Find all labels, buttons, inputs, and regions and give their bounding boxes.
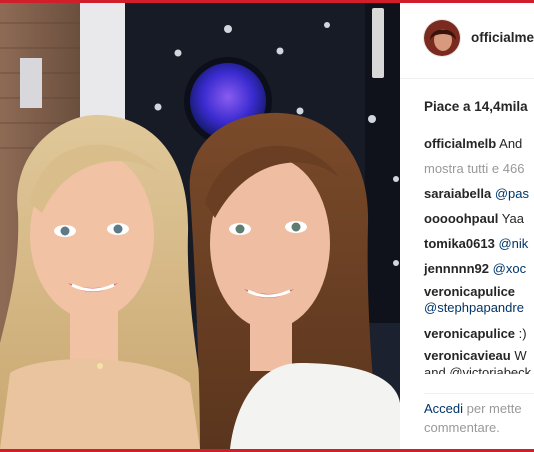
comment-username[interactable]: ooooohpaul (424, 211, 498, 226)
comment-text: W (514, 348, 527, 363)
comment-text: Yaa (501, 211, 524, 226)
login-prompt: Accedi per mette commentare. (424, 399, 534, 437)
comment-username[interactable]: veronicavieau (424, 348, 511, 363)
caption-text: And (499, 136, 523, 151)
comment-continuation: @stephpapandre (424, 301, 534, 321)
comment-mention[interactable]: @victoriabeck (449, 366, 531, 374)
comment-username[interactable]: veronicapulice (424, 326, 515, 341)
comment-truncated: and @victoriabeck (424, 366, 534, 374)
caption: officialmelb And (424, 131, 534, 156)
comment: veronicavieau W (424, 346, 534, 366)
comment-username[interactable]: veronicapulice (424, 284, 515, 299)
comment: tomika0613 @nik (424, 231, 534, 256)
post-sidebar: officialme Piace a 14,4mila officialmelb… (400, 3, 534, 449)
login-link[interactable]: Accedi (424, 401, 463, 416)
username[interactable]: officialme (471, 30, 534, 45)
comment: saraiabella @pas (424, 181, 534, 206)
post-header: officialme (400, 3, 534, 79)
comment-username[interactable]: jennnnn92 (424, 261, 489, 276)
post-photo[interactable] (0, 3, 400, 449)
login-text-2: commentare. (424, 420, 500, 435)
caption-username[interactable]: officialmelb (424, 136, 496, 151)
divider (424, 393, 534, 394)
comment-text: :) (518, 326, 527, 341)
comment-mention[interactable]: @pas (495, 186, 529, 201)
comment: jennnnn92 @xoc (424, 256, 534, 281)
likes-count[interactable]: Piace a 14,4mila (424, 99, 528, 114)
comments-list: officialmelb And mostra tutti e 466 sara… (424, 131, 534, 374)
comment-mention[interactable]: @nik (498, 236, 528, 251)
comment-text: and (424, 366, 446, 374)
comment: veronicapulice (424, 281, 534, 301)
comment: ooooohpaul Yaa (424, 206, 534, 231)
comment-username[interactable]: saraiabella (424, 186, 491, 201)
login-text: per mette (466, 401, 522, 416)
comment-mention[interactable]: @xoc (493, 261, 526, 276)
comment-username[interactable]: tomika0613 (424, 236, 495, 251)
photo-illustration (0, 3, 400, 449)
comment: veronicapulice :) (424, 321, 534, 346)
avatar[interactable] (423, 19, 461, 57)
show-all-comments-link[interactable]: mostra tutti e 466 (424, 156, 534, 181)
avatar-image (424, 20, 460, 56)
comment-mention[interactable]: @stephpapandre (424, 300, 524, 315)
